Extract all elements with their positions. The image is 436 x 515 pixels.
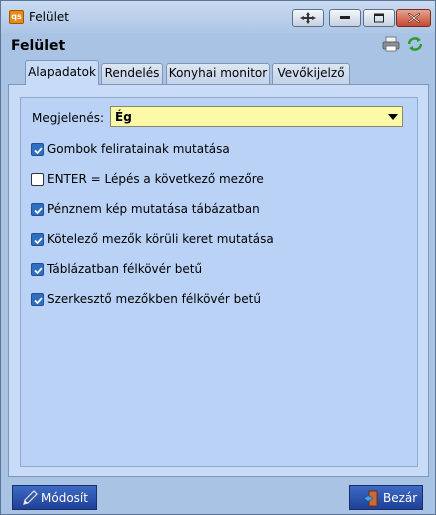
checkbox-checked-icon[interactable] xyxy=(31,293,44,306)
title-bar[interactable]: qs Felület xyxy=(1,1,435,33)
bezar-label: Bezár xyxy=(383,491,418,505)
megjelenes-label: Megjelenés: xyxy=(32,111,105,125)
move-button[interactable] xyxy=(292,9,324,27)
printer-icon[interactable] xyxy=(382,36,400,52)
maximize-icon xyxy=(374,13,384,23)
close-icon xyxy=(407,13,420,23)
checkbox-label: Szerkesztő mezőkben félkövér betű xyxy=(47,292,261,306)
modosit-button[interactable]: Módosít xyxy=(12,485,97,510)
bezar-button[interactable]: Bezár xyxy=(349,485,423,510)
tab-vevokijelzo[interactable]: Vevőkijelző xyxy=(272,63,350,84)
tab-rendeles[interactable]: Rendelés xyxy=(101,63,163,84)
checkbox-checked-icon[interactable] xyxy=(31,233,44,246)
move-icon xyxy=(300,12,316,24)
refresh-icon[interactable] xyxy=(406,36,424,52)
megjelenes-select[interactable]: Ég xyxy=(110,106,403,127)
tab-alapadatok[interactable]: Alapadatok xyxy=(25,60,99,85)
checkbox-label: ENTER = Lépés a következő mezőre xyxy=(47,172,264,186)
checkbox-unchecked-icon[interactable] xyxy=(31,173,44,186)
maximize-button[interactable] xyxy=(363,9,395,27)
checkbox-checked-icon[interactable] xyxy=(31,143,44,156)
checkbox-label: Táblázatban félkövér betű xyxy=(47,262,203,276)
minimize-icon xyxy=(340,16,350,19)
window-title: Felület xyxy=(29,10,69,24)
checkbox-checked-icon[interactable] xyxy=(31,203,44,216)
exit-door-icon xyxy=(363,490,378,507)
checkbox-label: Gombok feliratainak mutatása xyxy=(47,142,230,156)
chevron-down-icon[interactable] xyxy=(388,114,398,120)
app-icon: qs xyxy=(9,10,24,24)
checkbox-checked-icon[interactable] xyxy=(31,263,44,276)
tab-konyhai-monitor[interactable]: Konyhai monitor xyxy=(166,63,270,84)
close-button[interactable] xyxy=(396,9,431,27)
checkbox-label: Kötelező mezők körüli keret mutatása xyxy=(47,232,274,246)
modosit-label: Módosít xyxy=(41,491,88,505)
checkbox-label: Pénznem kép mutatása tábázatban xyxy=(47,202,260,216)
window: qs Felület Felület Alapadatok Rendelés K… xyxy=(0,0,436,515)
page-title: Felület xyxy=(11,38,66,54)
pencil-icon xyxy=(23,490,38,505)
minimize-button[interactable] xyxy=(329,9,361,27)
megjelenes-selected-value: Ég xyxy=(115,110,132,124)
